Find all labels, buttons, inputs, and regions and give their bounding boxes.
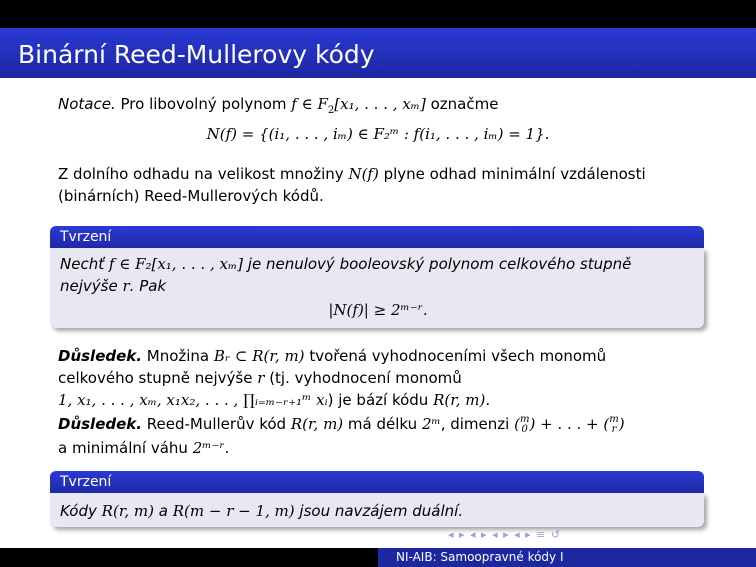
dusledek1-line3: 1, x₁, . . . , xₘ, x₁x₂, . . . , ∏ᵢ₌ₘ₋ᵣ₊… <box>58 391 491 409</box>
slide-title: Binární Reed-Mullerovy kódy <box>18 40 375 69</box>
notace-formula: f ∈ F2[x₁, . . . , xₘ] <box>291 95 426 116</box>
block1-formula: |N(f)| ≥ 2ᵐ⁻ʳ. <box>328 301 428 319</box>
dusledek1-line2: celkového stupně nejvýše r (tj. vyhodnoc… <box>58 369 462 387</box>
footer-title-box: NI-AIB: Samoopravné kódy I <box>378 548 756 567</box>
dusledek1-line1: Důsledek. Množina Bᵣ ⊂ R(r, m) tvořená v… <box>58 347 607 365</box>
block1-line2: nejvýše r. Pak <box>60 277 167 295</box>
dusledek2-line1: Důsledek. Reed-Mullerův kód R(r, m) má d… <box>58 414 625 435</box>
block1-line1: Nechť f ∈ F₂[x₁, . . . , xₘ] je nenulový… <box>60 255 632 273</box>
top-black-bar <box>0 0 756 28</box>
para1-line1: Z dolního odhadu na velikost množiny N(f… <box>58 165 646 183</box>
dusledek2-line2: a minimální váhu 2ᵐ⁻ʳ. <box>58 439 230 457</box>
notace-line: Notace. Pro libovolný polynom f ∈ F2[x₁,… <box>58 93 498 122</box>
notace-label: Notace. <box>58 95 116 113</box>
theorem-block-2-header: Tvrzení <box>50 471 704 493</box>
beamer-navigation-icons[interactable]: ◂ ▸ ◂ ▸ ◂ ▸ ◂ ▸ ≡ ↺ <box>448 528 561 541</box>
notace-text: Pro libovolný polynom <box>120 95 287 113</box>
footer-bar: NI-AIB: Samoopravné kódy I <box>0 548 756 567</box>
footer-text: NI-AIB: Samoopravné kódy I <box>396 550 564 564</box>
binom-m-r: (m r) <box>603 414 625 435</box>
para1-line2: (binárních) Reed-Mullerových kódů. <box>58 187 324 205</box>
block2-line1: Kódy R(r, m) a R(m − r − 1, m) jsou navz… <box>60 502 464 520</box>
binom-m-0: (m 0) <box>514 414 536 435</box>
nf-definition: N(f) = {(i₁, . . . , iₘ) ∈ F₂ᵐ : f(i₁, .… <box>206 125 550 143</box>
notace-oznacme: označme <box>430 95 499 113</box>
theorem-block-1-header: Tvrzení <box>50 226 704 248</box>
